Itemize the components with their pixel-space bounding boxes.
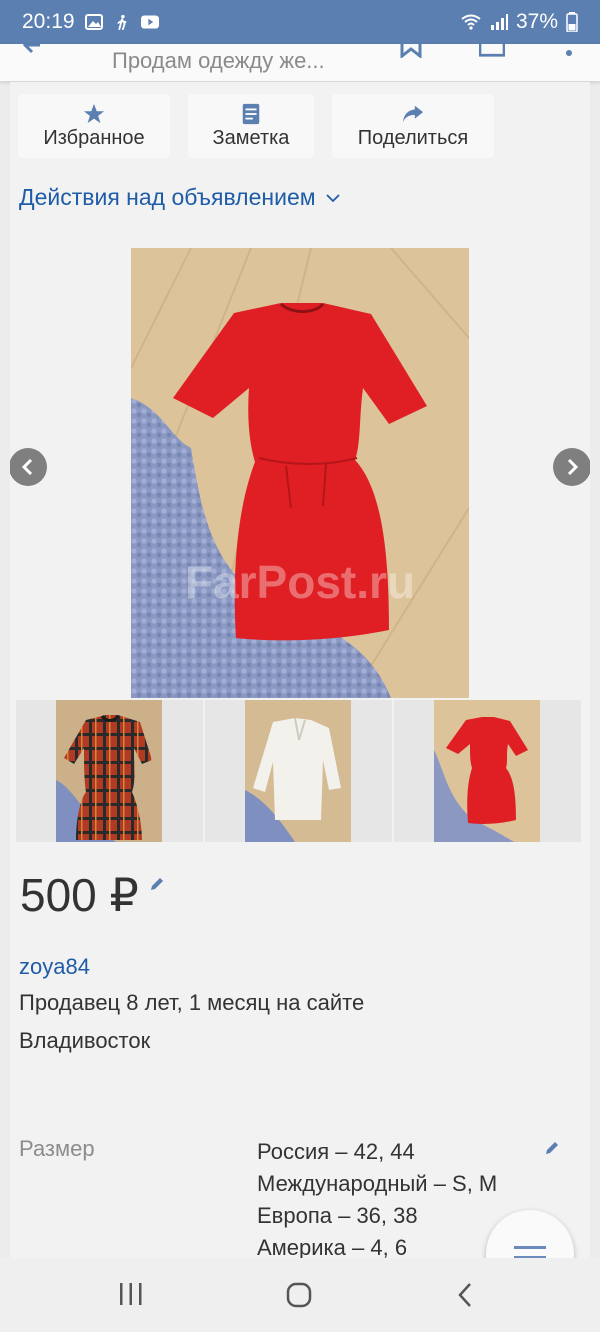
seller-city: Владивосток — [19, 1028, 151, 1053]
edit-size-pencil-icon[interactable] — [544, 1140, 560, 1156]
ad-actions-label: Действия над объявлением — [19, 184, 316, 210]
size-values: Россия – 42, 44 Международный – S, M Евр… — [257, 1136, 497, 1258]
prev-photo-button[interactable] — [10, 448, 47, 486]
ad-actions-dropdown[interactable]: Действия над объявлением — [19, 184, 340, 211]
size-russia: Россия – 42, 44 — [257, 1139, 415, 1164]
note-icon — [242, 103, 260, 124]
thumbnail-white-blouse[interactable] — [205, 700, 392, 842]
share-label: Поделиться — [357, 126, 469, 149]
system-nav-bar — [0, 1258, 600, 1332]
battery-percent: 37% — [515, 10, 558, 33]
ad-title: Продам одежду же... — [112, 48, 325, 73]
status-time: 20:19 — [22, 10, 75, 33]
app-bar: Продам одежду же... — [0, 44, 600, 82]
white-blouse-image — [245, 700, 351, 842]
seller-name-link[interactable]: zoya84 — [19, 954, 90, 980]
favorites-button[interactable]: Избранное — [18, 94, 170, 158]
folder-icon[interactable] — [479, 44, 505, 58]
size-international: Международный – S, M — [257, 1171, 498, 1196]
chevron-right-icon — [567, 459, 579, 475]
more-vert-icon[interactable] — [556, 44, 582, 58]
bookmark-icon[interactable] — [398, 44, 424, 58]
note-label: Заметка — [212, 126, 290, 149]
red-dress-thumb-image — [434, 700, 540, 842]
recent-apps-icon[interactable] — [118, 1282, 144, 1306]
size-europe: Европа – 36, 38 — [257, 1203, 418, 1228]
walking-icon — [117, 14, 127, 30]
back-icon[interactable] — [456, 1282, 474, 1308]
size-america: Америка – 4, 6 — [257, 1235, 408, 1258]
watermark-text: FarPost.ru — [185, 556, 415, 608]
next-photo-button[interactable] — [553, 448, 590, 486]
youtube-icon — [140, 15, 159, 29]
price-value: 500 ₽ — [20, 869, 139, 921]
thumbnail-plaid-dress[interactable] — [16, 700, 203, 842]
share-arrow-icon — [402, 105, 424, 122]
battery-icon — [566, 12, 578, 32]
chevron-left-icon — [21, 459, 33, 475]
thumbnail-red-dress[interactable] — [394, 700, 581, 842]
edit-pencil-icon[interactable] — [149, 876, 165, 892]
home-icon[interactable] — [286, 1282, 312, 1308]
chevron-down-icon — [325, 193, 340, 202]
wifi-icon — [461, 14, 481, 30]
share-button[interactable]: Поделиться — [332, 94, 494, 158]
size-label: Размер — [19, 1136, 95, 1161]
plaid-dress-image — [56, 700, 162, 842]
gallery-icon — [84, 14, 103, 30]
star-icon — [83, 103, 105, 123]
seller-since: Продавец 8 лет, 1 месяц на сайте — [19, 990, 365, 1015]
photo-thumbnails — [16, 700, 581, 842]
favorites-label: Избранное — [43, 126, 145, 149]
price: 500 ₽ — [20, 868, 165, 922]
signal-icon — [490, 14, 508, 30]
back-arrow-icon[interactable] — [20, 44, 46, 58]
status-bar: 20:19 37% — [0, 0, 600, 44]
dress-photo: FarPost.ru — [131, 248, 469, 698]
ad-content: Избранное Заметка Поделиться Действия на… — [10, 82, 590, 1258]
action-row: Избранное Заметка Поделиться — [18, 94, 494, 158]
note-button[interactable]: Заметка — [188, 94, 314, 158]
main-photo[interactable]: FarPost.ru — [131, 248, 469, 698]
